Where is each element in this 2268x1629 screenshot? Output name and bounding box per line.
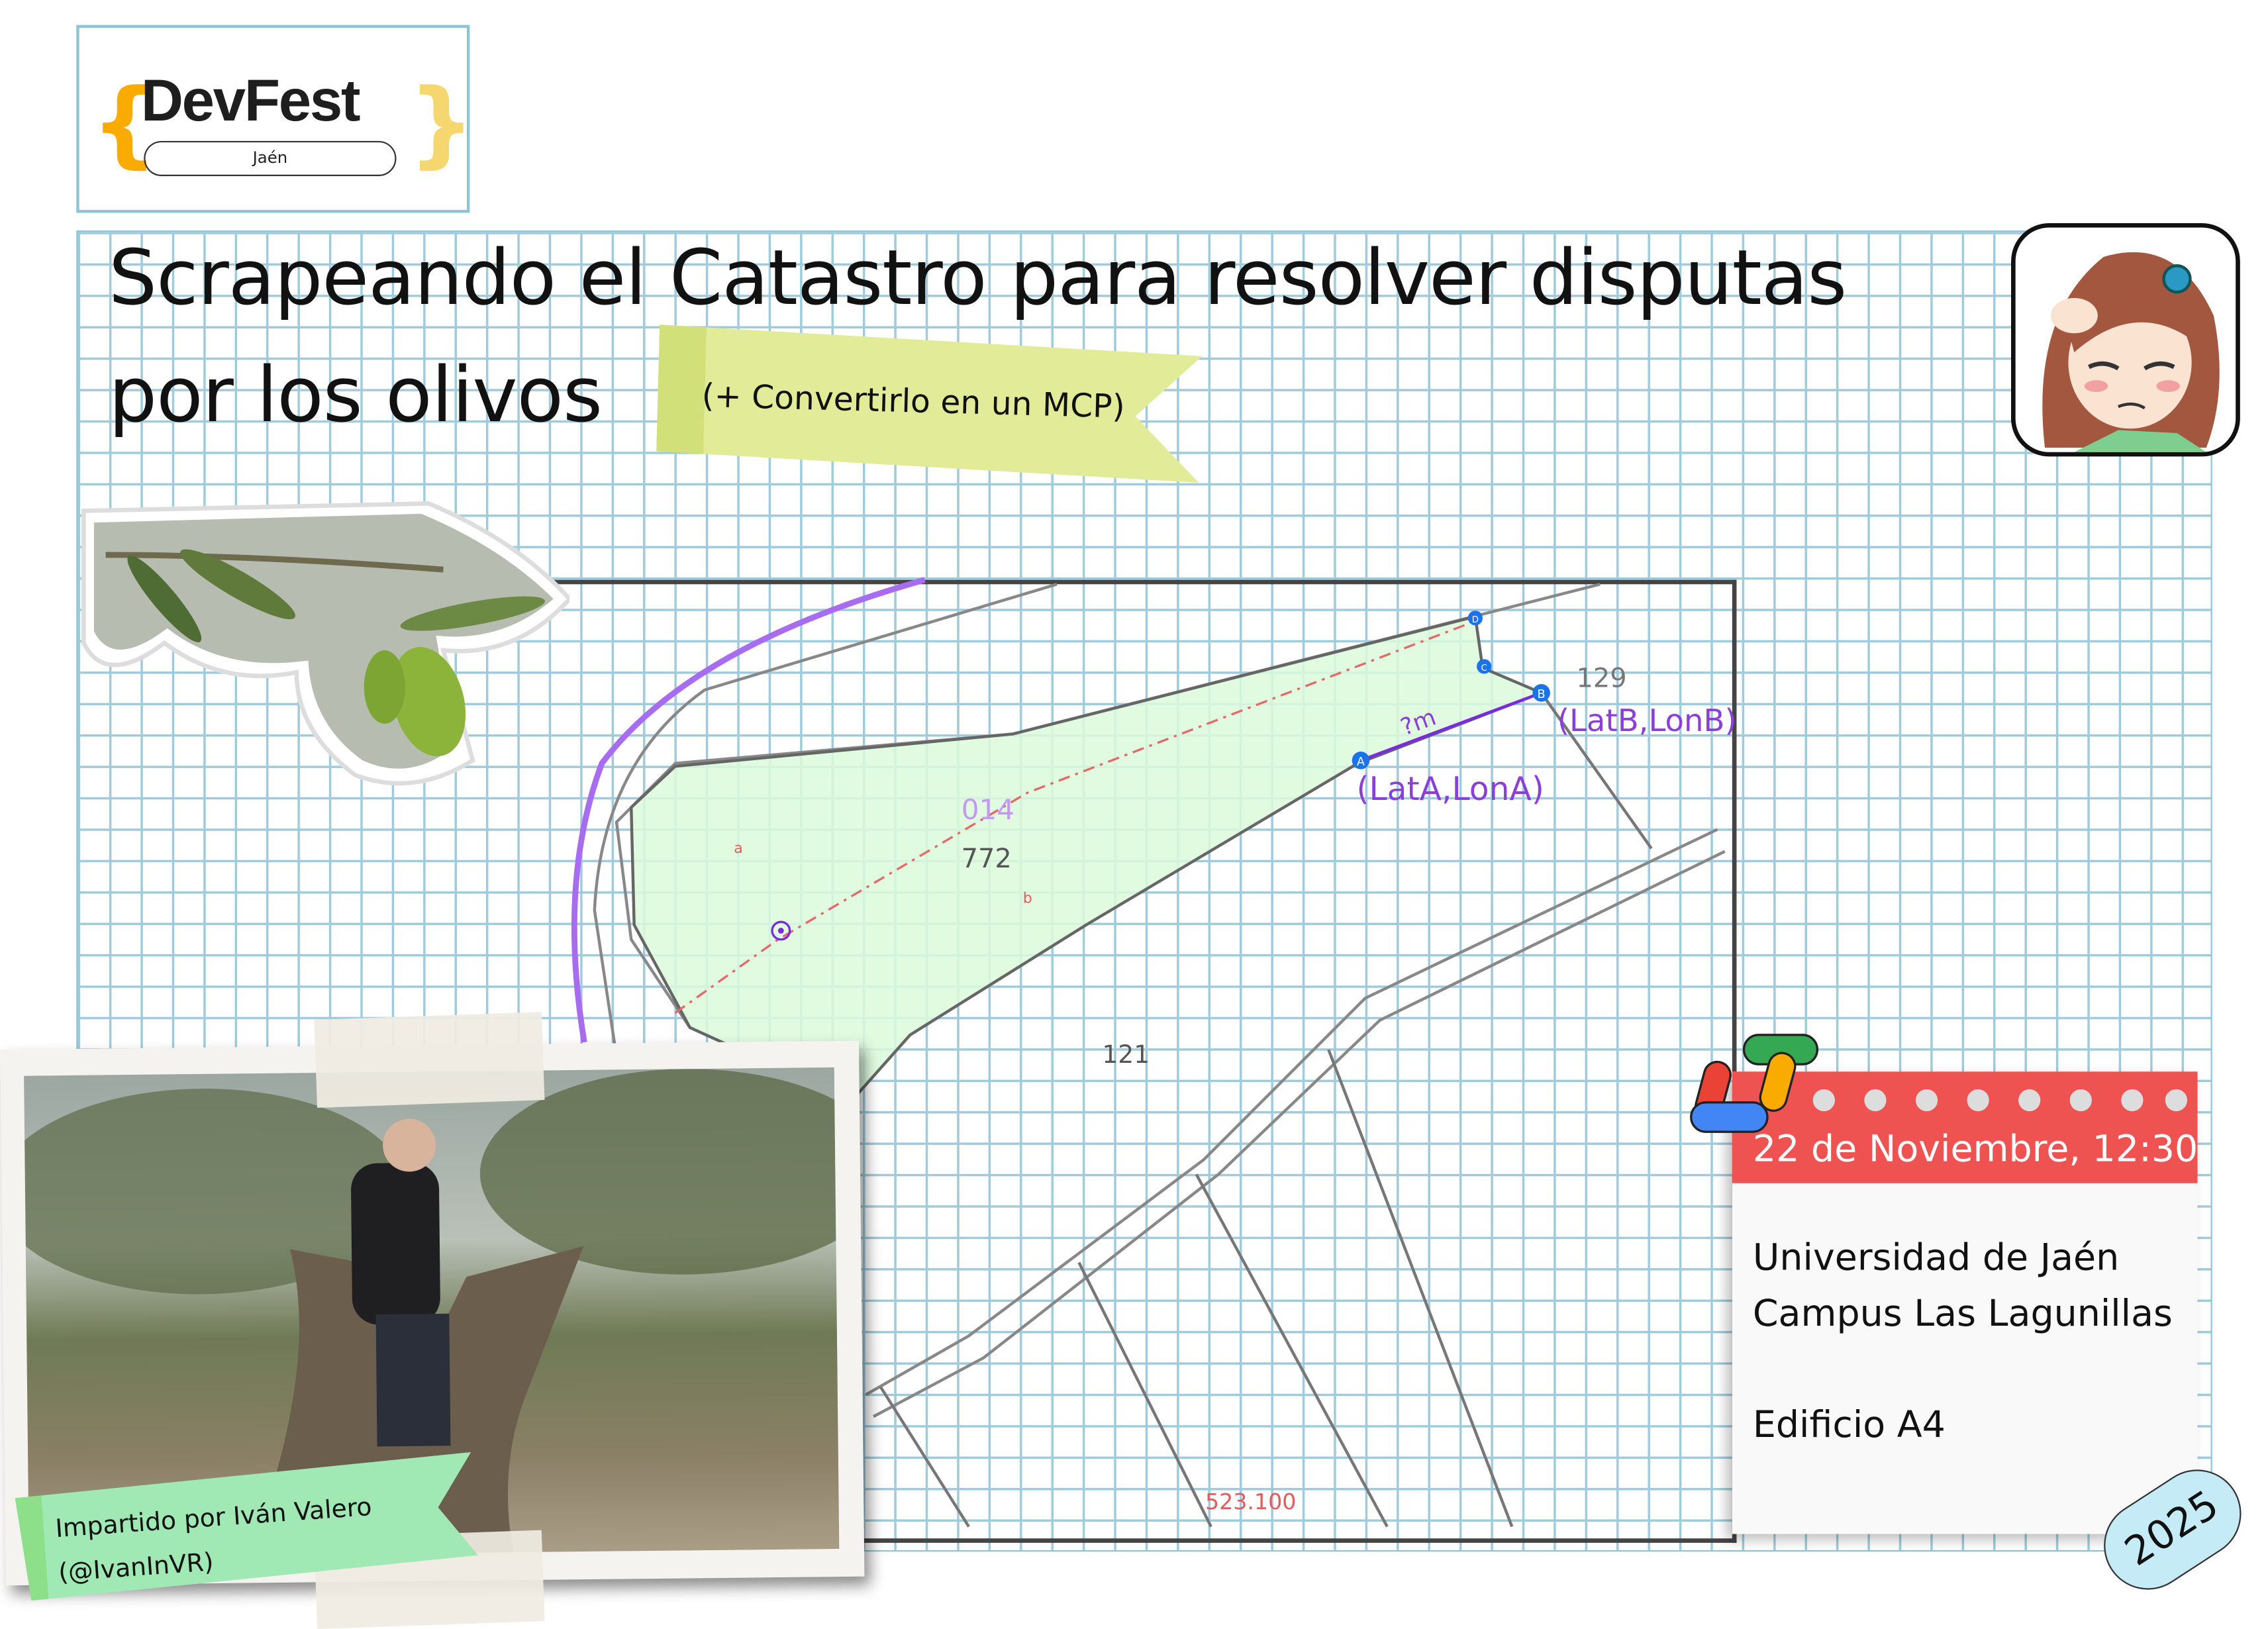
olive-branch-sticker — [76, 496, 573, 797]
venue-building: Edificio A4 — [1752, 1403, 1946, 1446]
right-brace-icon: } — [408, 70, 475, 179]
point-c-label: C — [1481, 664, 1487, 673]
title-line-2: por los olivos — [109, 352, 603, 441]
parcel-label-129: 129 — [1576, 663, 1626, 693]
small-label-b: b — [1023, 889, 1032, 907]
title-line-1: Scrapeando el Catastro para resolver dis… — [109, 234, 1847, 323]
parcel-polygon — [629, 615, 1546, 1103]
point-b-label: B — [1538, 688, 1546, 701]
small-label-a: a — [734, 840, 743, 857]
event-info-card: 22 de Noviembre, 12:30 Universidad de Ja… — [1732, 1071, 2198, 1534]
point-d-label: D — [1472, 615, 1479, 625]
parcel-label-121: 121 — [1102, 1040, 1150, 1069]
olive-branch-icon — [81, 501, 573, 786]
point-a-label: A — [1357, 756, 1365, 769]
logo-location: Jaén — [144, 140, 397, 177]
subtitle-text: (+ Convertirlo en un MCP) — [701, 378, 1126, 426]
parcel-label-772: 772 — [961, 844, 1012, 874]
tired-girl-icon — [2042, 252, 2220, 452]
parcel-label-014: 014 — [961, 793, 1014, 826]
point-b-coordinates: (LatB,LonB) — [1557, 703, 1737, 738]
tape-strip — [314, 1012, 545, 1108]
devfest-logo: { DevFest Jaén } — [76, 25, 475, 213]
point-a-coordinates: (LatA,LonA) — [1356, 771, 1544, 808]
google-developers-logo-icon — [1690, 1034, 1819, 1133]
venue-campus: Campus Las Lagunillas — [1752, 1291, 2173, 1335]
avatar-sticker — [2011, 222, 2240, 457]
coordinate-label: 523.100 — [1205, 1489, 1297, 1514]
logo-name: DevFest — [140, 69, 361, 134]
venue-university: Universidad de Jaén — [1752, 1236, 2120, 1279]
poster: { DevFest Jaén } Scrapeando el Catastro … — [0, 0, 2268, 1629]
